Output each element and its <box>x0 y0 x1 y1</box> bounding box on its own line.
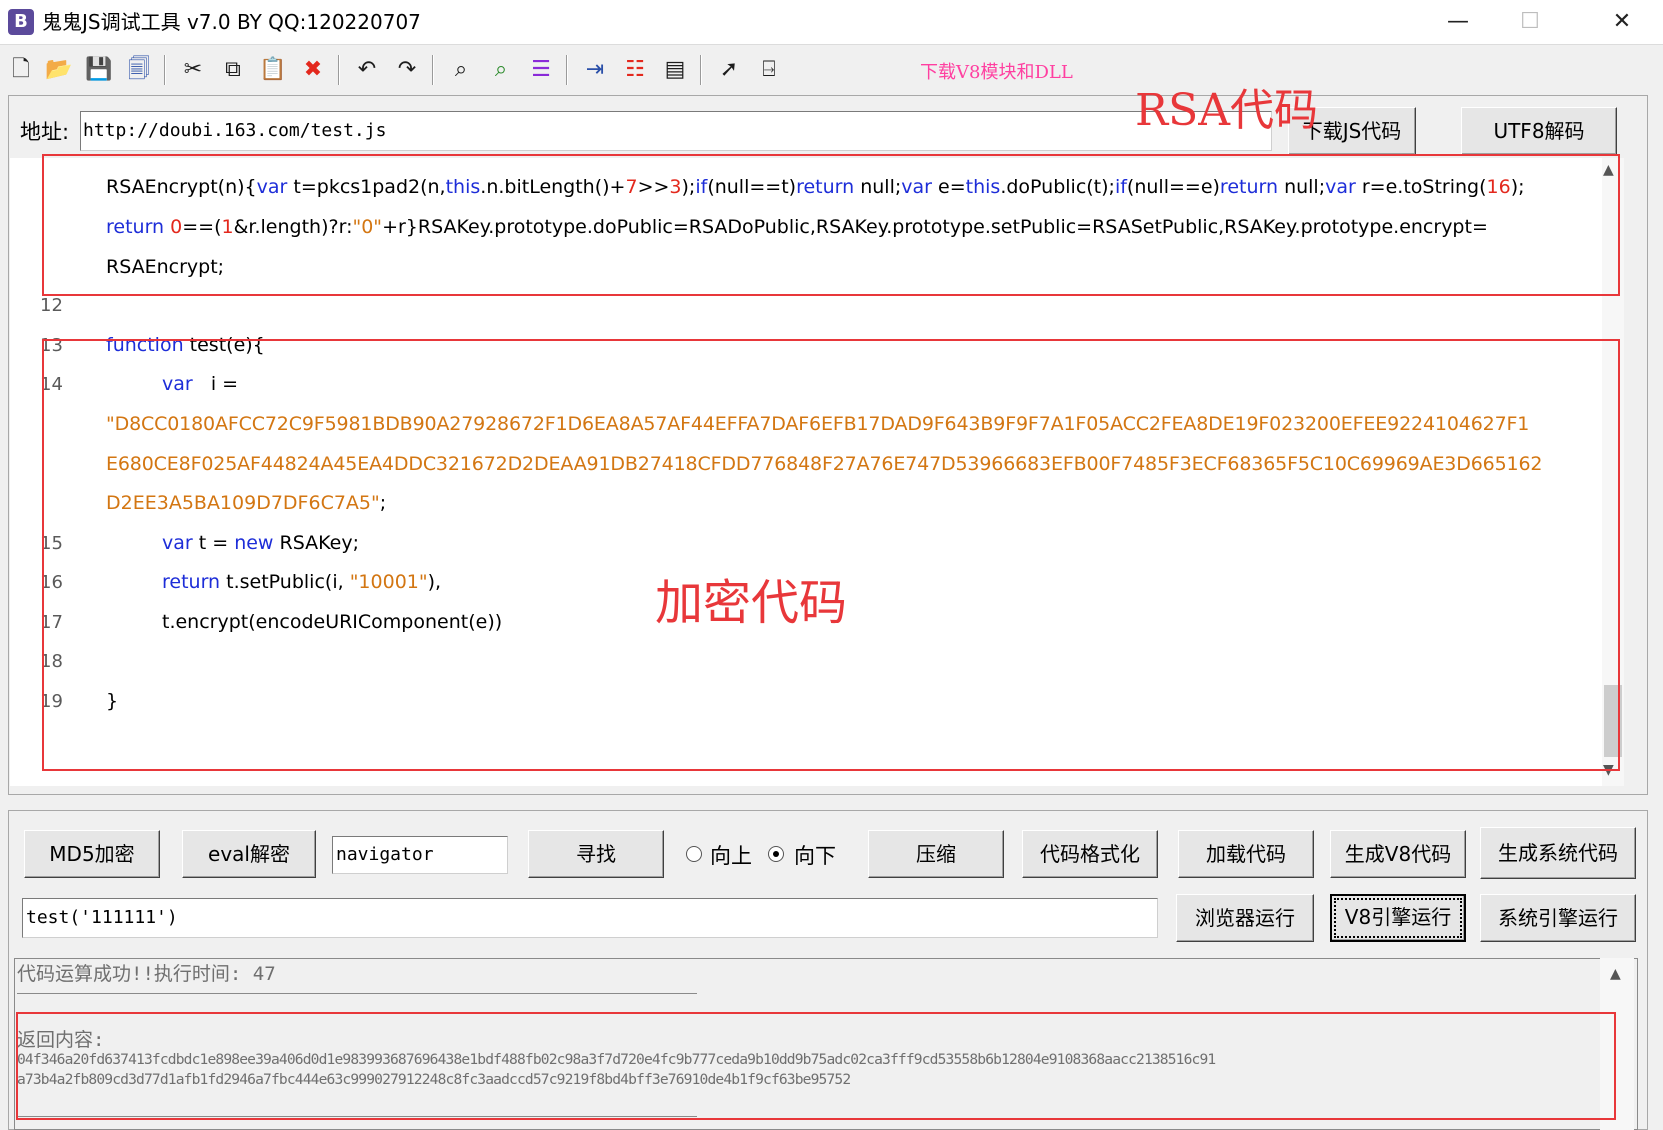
generate-system-code-button[interactable]: 生成系统代码 <box>1480 827 1636 879</box>
save-icon[interactable]: 💾 <box>82 53 116 87</box>
browser-run-button[interactable]: 浏览器运行 <box>1176 894 1314 942</box>
exit-icon[interactable]: ⍈ <box>752 53 786 87</box>
radio-up[interactable] <box>686 846 702 862</box>
cut-icon[interactable]: ✂ <box>176 53 210 87</box>
find-next-icon[interactable]: ⌕ <box>484 53 518 87</box>
md5-encrypt-button[interactable]: MD5加密 <box>24 830 160 878</box>
radio-down-label[interactable]: 向下 <box>794 840 836 870</box>
rsa-code-highlight <box>42 154 1620 296</box>
address-label: 地址: <box>20 120 70 144</box>
radio-down[interactable] <box>768 846 784 862</box>
format-code-button[interactable]: 代码格式化 <box>1022 830 1158 878</box>
encrypt-code-annotation: 加密代码 <box>655 575 848 631</box>
close-button[interactable]: ✕ <box>1586 0 1658 44</box>
save-all-icon[interactable]: 🗐 <box>122 53 156 87</box>
generate-v8-code-button[interactable]: 生成V8代码 <box>1330 830 1466 878</box>
download-v8-dll-link[interactable]: 下载V8模块和DLL <box>920 58 1073 84</box>
status-text: 代码运算成功!!执行时间: 47 <box>17 963 276 985</box>
delete-icon[interactable]: ✖ <box>296 53 330 87</box>
paste-icon[interactable]: 📋 <box>256 53 290 87</box>
replace-icon[interactable]: ☰ <box>524 53 558 87</box>
undo-icon[interactable]: ↶ <box>350 53 384 87</box>
output-scroll-up-icon[interactable]: ▲ <box>1610 966 1621 982</box>
utf8-decode-button[interactable]: UTF8解码 <box>1461 107 1617 155</box>
system-engine-run-button[interactable]: 系统引擎运行 <box>1480 894 1636 942</box>
command-input[interactable]: test('111111') <box>22 898 1158 938</box>
encrypt-code-highlight <box>42 339 1620 771</box>
help-cursor-icon[interactable]: ➚ <box>712 53 746 87</box>
find-button[interactable]: 寻找 <box>528 830 664 878</box>
redo-icon[interactable]: ↷ <box>390 53 424 87</box>
numbered-list-icon[interactable]: ☷ <box>618 53 652 87</box>
search-input[interactable]: navigator <box>332 836 508 874</box>
new-file-icon[interactable]: 🗋 <box>4 53 38 87</box>
maximize-button[interactable]: ☐ <box>1494 0 1566 44</box>
load-code-button[interactable]: 加载代码 <box>1178 830 1314 878</box>
indent-icon[interactable]: ⇥ <box>578 53 612 87</box>
radio-up-label[interactable]: 向上 <box>710 840 752 870</box>
window-icon[interactable]: ▤ <box>658 53 692 87</box>
address-input[interactable]: http://doubi.163.com/test.js <box>80 111 1272 151</box>
minimize-button[interactable]: — <box>1422 0 1494 44</box>
copy-icon[interactable]: ⧉ <box>216 53 250 87</box>
find-icon[interactable]: ⌕ <box>444 53 478 87</box>
v8-engine-run-button[interactable]: V8引擎运行 <box>1330 894 1466 942</box>
line-number: 12 <box>40 295 63 316</box>
return-value-highlight <box>16 1012 1616 1120</box>
toolbar: 🗋 📂 💾 🗐 ✂ ⧉ 📋 ✖ ↶ ↷ ⌕ ⌕ ☰ ⇥ ☷ ▤ ➚ ⍈ <box>0 45 1663 95</box>
eval-decode-button[interactable]: eval解密 <box>182 830 316 878</box>
window-title: 鬼鬼JS调试工具 v7.0 BY QQ:120220707 <box>42 10 421 34</box>
open-folder-icon[interactable]: 📂 <box>42 53 76 87</box>
app-icon: B <box>8 9 34 35</box>
compress-button[interactable]: 压缩 <box>868 830 1004 878</box>
rsa-code-annotation: RSA代码 <box>1135 85 1319 136</box>
